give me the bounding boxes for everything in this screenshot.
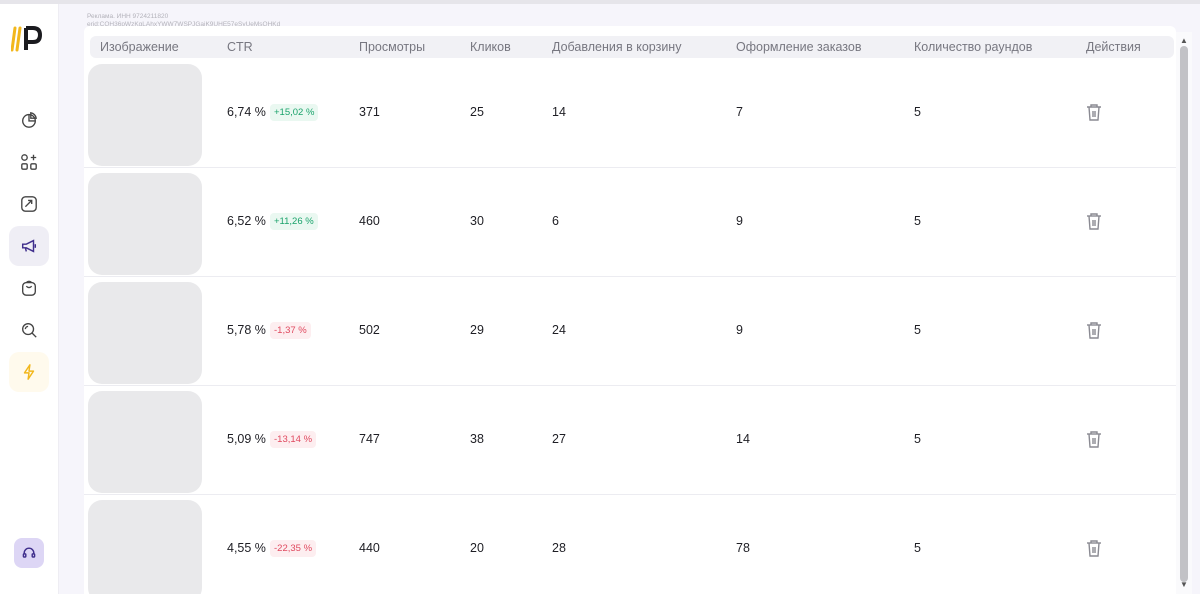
support-button[interactable]	[14, 538, 44, 568]
ctr-value: 5,09 %	[227, 432, 266, 446]
pie-chart-icon	[22, 112, 37, 128]
cart-value: 27	[552, 432, 566, 446]
views-value: 747	[359, 432, 380, 446]
table-row: 5,78 % -1,37 % 502 29 24 9 5	[84, 276, 1176, 386]
col-clicks[interactable]: Кликов	[470, 36, 511, 58]
table-row: 6,52 % +11,26 % 460 30 6 9 5	[84, 167, 1176, 277]
col-orders[interactable]: Оформление заказов	[736, 36, 861, 58]
ctr-delta-badge: -1,37 %	[270, 322, 311, 339]
rounds-value: 5	[914, 214, 921, 228]
table-row: 6,74 % +15,02 % 371 25 14 7 5	[84, 58, 1176, 168]
table-header: Изображение CTR Просмотры Кликов Добавле…	[90, 36, 1174, 58]
orders-value: 14	[736, 432, 750, 446]
orders-value: 9	[736, 323, 743, 337]
headset-icon	[22, 547, 36, 558]
table-row: 4,55 % -22,35 % 440 20 28 78 5	[84, 494, 1176, 594]
views-value: 502	[359, 323, 380, 337]
sidebar-item-apps[interactable]	[9, 142, 49, 182]
views-value: 460	[359, 214, 380, 228]
ctr-delta-badge: +11,26 %	[270, 213, 318, 230]
bag-icon	[22, 280, 36, 296]
vertical-scrollbar[interactable]: ▲ ▼	[1176, 32, 1192, 594]
cart-value: 28	[552, 541, 566, 555]
ctr-delta-badge: -13,14 %	[270, 431, 317, 448]
clicks-value: 20	[470, 541, 484, 555]
sidebar-item-products[interactable]	[9, 268, 49, 308]
col-rounds[interactable]: Количество раундов	[914, 36, 1032, 58]
sidebar-item-promotion[interactable]	[9, 226, 49, 266]
cart-value: 6	[552, 214, 559, 228]
sidebar-item-trends[interactable]	[9, 184, 49, 224]
megaphone-icon	[21, 239, 37, 253]
ctr-value: 4,55 %	[227, 541, 266, 555]
product-image-placeholder[interactable]	[88, 64, 202, 166]
orders-value: 7	[736, 105, 743, 119]
scroll-thumb[interactable]	[1180, 46, 1188, 582]
sidebar	[0, 4, 59, 594]
trash-icon[interactable]	[1085, 538, 1103, 558]
clicks-value: 29	[470, 323, 484, 337]
trend-icon	[21, 196, 37, 212]
orders-value: 78	[736, 541, 750, 555]
sidebar-item-boost[interactable]	[9, 352, 49, 392]
trash-icon[interactable]	[1085, 211, 1103, 231]
ctr-value: 6,52 %	[227, 214, 266, 228]
product-image-placeholder[interactable]	[88, 282, 202, 384]
ctr-value: 6,74 %	[227, 105, 266, 119]
views-value: 440	[359, 541, 380, 555]
product-image-placeholder[interactable]	[88, 173, 202, 275]
clicks-value: 38	[470, 432, 484, 446]
rounds-value: 5	[914, 323, 921, 337]
col-actions: Действия	[1086, 40, 1141, 54]
lightning-icon	[23, 364, 35, 380]
col-views[interactable]: Просмотры	[359, 36, 425, 58]
sidebar-item-analytics[interactable]	[9, 100, 49, 140]
clicks-value: 25	[470, 105, 484, 119]
apps-icon	[21, 154, 37, 170]
scroll-up-arrow-icon[interactable]: ▲	[1180, 36, 1188, 45]
cart-value: 14	[552, 105, 566, 119]
search-icon	[22, 323, 37, 338]
orders-value: 9	[736, 214, 743, 228]
sidebar-item-search[interactable]	[9, 310, 49, 350]
clicks-value: 30	[470, 214, 484, 228]
product-image-placeholder[interactable]	[88, 500, 202, 594]
results-table: Изображение CTR Просмотры Кликов Добавле…	[84, 26, 1176, 594]
product-image-placeholder[interactable]	[88, 391, 202, 493]
col-image[interactable]: Изображение	[100, 36, 179, 58]
table-row: 5,09 % -13,14 % 747 38 27 14 5	[84, 385, 1176, 495]
ctr-delta-badge: -22,35 %	[270, 540, 317, 557]
ctr-delta-badge: +15,02 %	[270, 104, 319, 121]
ctr-value: 5,78 %	[227, 323, 266, 337]
rounds-value: 5	[914, 432, 921, 446]
views-value: 371	[359, 105, 380, 119]
scroll-down-arrow-icon[interactable]: ▼	[1180, 580, 1188, 589]
trash-icon[interactable]	[1085, 429, 1103, 449]
rounds-value: 5	[914, 541, 921, 555]
col-ctr[interactable]: CTR	[227, 36, 253, 58]
trash-icon[interactable]	[1085, 102, 1103, 122]
logo-icon[interactable]	[10, 24, 45, 54]
ad-inn: Реклама. ИНН 9724211820	[87, 13, 169, 20]
window-top-border	[0, 0, 1200, 4]
rounds-value: 5	[914, 105, 921, 119]
trash-icon[interactable]	[1085, 320, 1103, 340]
cart-value: 24	[552, 323, 566, 337]
col-cart[interactable]: Добавления в корзину	[552, 36, 681, 58]
